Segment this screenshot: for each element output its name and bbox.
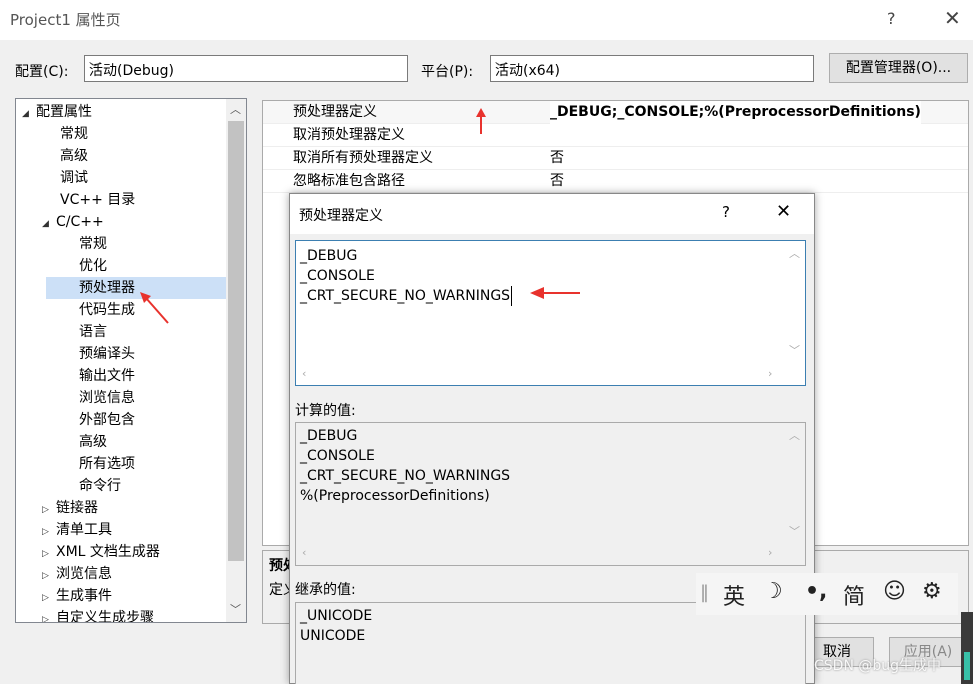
config-manager-button[interactable]: 配置管理器(O)...	[829, 53, 968, 83]
tree-item-config-properties[interactable]: ◢ 配置属性	[22, 101, 92, 123]
collapsed-icon[interactable]: ▷	[42, 565, 56, 587]
collapsed-icon[interactable]: ▷	[42, 499, 56, 521]
property-tree[interactable]: ◢ 配置属性 常规 高级 调试 VC++ 目录 ◢ C/C++ 常规 优化 预处理器…	[15, 98, 247, 623]
chevron-right-icon[interactable]: ›	[768, 367, 772, 380]
grid-row[interactable]: 预处理器定义 _DEBUG;_CONSOLE;%(PreprocessorDef…	[263, 101, 968, 124]
tree-item-xml-doc[interactable]: ▷ XML 文档生成器	[42, 541, 160, 563]
computed-values-box: _DEBUG _CONSOLE _CRT_SECURE_NO_WARNINGS …	[295, 422, 806, 566]
gear-icon[interactable]: ⚙	[922, 579, 942, 604]
ime-lang-toggle[interactable]: 英	[723, 579, 745, 611]
annotation-arrow-preprocessor	[140, 292, 169, 324]
title-bar: Project1 属性页 ? ✕	[0, 0, 973, 40]
tree-item-external-includes[interactable]: 外部包含	[79, 409, 135, 431]
config-select[interactable]: 活动(Debug) ﹀	[84, 55, 408, 82]
tree-item-precompiled-headers[interactable]: 预编译头	[79, 343, 135, 365]
tree-item-advanced[interactable]: 高级	[60, 145, 88, 167]
chevron-up-icon[interactable]: ︿	[230, 101, 241, 117]
chevron-down-icon[interactable]: ﹀	[789, 342, 800, 358]
platform-label: 平台(P):	[421, 64, 474, 80]
tree-item-code-generation[interactable]: 代码生成	[79, 299, 135, 321]
chevron-right-icon[interactable]: ›	[768, 546, 772, 559]
tree-scrollbar[interactable]: ︿ ﹀	[226, 99, 246, 622]
moon-icon[interactable]: ☽	[763, 579, 783, 604]
close-button[interactable]: ✕	[944, 6, 961, 30]
inherited-label: 继承的值:	[295, 582, 356, 598]
expand-icon[interactable]: ◢	[22, 103, 36, 125]
tree-item-manifest-tool[interactable]: ▷ 清单工具	[42, 519, 112, 541]
collapsed-icon[interactable]: ▷	[42, 587, 56, 609]
ime-simplified-toggle[interactable]: 简	[843, 579, 865, 611]
tree-item-optimization[interactable]: 优化	[79, 255, 107, 277]
window-title: Project1 属性页	[10, 11, 121, 29]
tree-item-language[interactable]: 语言	[79, 321, 107, 343]
tree-item-build-events[interactable]: ▷ 生成事件	[42, 585, 112, 607]
chevron-down-icon[interactable]: ﹀	[789, 523, 800, 539]
grid-row[interactable]: 取消预处理器定义	[263, 124, 968, 147]
help-button[interactable]: ?	[887, 9, 896, 28]
tree-item-general[interactable]: 常规	[60, 123, 88, 145]
ime-toolbar: ‖ 英 ☽ •, 简 ☺ ⚙	[696, 573, 958, 615]
annotation-arrow-up	[476, 108, 486, 134]
annotation-arrow-define	[530, 287, 580, 299]
chevron-down-icon[interactable]: ﹀	[230, 601, 241, 617]
tree-item-cpp-advanced[interactable]: 高级	[79, 431, 107, 453]
definitions-edit-box[interactable]: _DEBUG _CONSOLE _CRT_SECURE_NO_WARNINGS …	[295, 240, 806, 386]
tree-item-command-line[interactable]: 命令行	[79, 475, 121, 497]
dialog-title-bar: 预处理器定义 ? ✕	[290, 194, 814, 234]
dialog-title: 预处理器定义	[299, 208, 383, 224]
tree-item-cpp-general[interactable]: 常规	[79, 233, 107, 255]
chevron-down-icon: ﹀	[495, 61, 508, 75]
chevron-down-icon: ﹀	[89, 61, 102, 75]
punctuation-icon[interactable]: •,	[805, 579, 827, 604]
level-fill	[964, 652, 970, 680]
platform-select[interactable]: 活动(x64) ﹀	[490, 55, 814, 82]
config-label: 配置(C):	[15, 64, 69, 80]
chevron-up-icon[interactable]: ︿	[789, 427, 800, 443]
tree-item-output-files[interactable]: 输出文件	[79, 365, 135, 387]
tree-item-linker[interactable]: ▷ 链接器	[42, 497, 98, 519]
level-meter	[961, 612, 973, 684]
grid-row[interactable]: 取消所有预处理器定义 否	[263, 147, 968, 170]
dialog-help-button[interactable]: ?	[722, 203, 730, 221]
dialog-close-button[interactable]: ✕	[776, 201, 791, 222]
tree-item-all-options[interactable]: 所有选项	[79, 453, 135, 475]
chevron-left-icon[interactable]: ‹	[302, 367, 306, 380]
chevron-left-icon[interactable]: ‹	[302, 546, 306, 559]
scroll-thumb[interactable]	[228, 121, 244, 561]
computed-label: 计算的值:	[295, 403, 356, 419]
tree-item-custom-build[interactable]: ▷ 自定义生成步骤	[42, 607, 154, 622]
chevron-up-icon[interactable]: ︿	[789, 245, 800, 261]
expand-icon[interactable]: ◢	[42, 213, 56, 235]
tree-item-vc-directories[interactable]: VC++ 目录	[60, 189, 135, 211]
tree-item-browse-info-2[interactable]: ▷ 浏览信息	[42, 563, 112, 585]
tree-item-preprocessor[interactable]: 预处理器	[46, 277, 226, 299]
collapsed-icon[interactable]: ▷	[42, 543, 56, 565]
tree-item-c-cpp[interactable]: ◢ C/C++	[42, 211, 104, 233]
collapsed-icon[interactable]: ▷	[42, 609, 56, 622]
grid-row[interactable]: 忽略标准包含路径 否	[263, 170, 968, 193]
watermark: CSDN @bug生成中	[814, 658, 942, 674]
drag-handle-icon[interactable]: ‖	[700, 582, 709, 603]
tree-item-debugging[interactable]: 调试	[60, 167, 88, 189]
smile-icon[interactable]: ☺	[883, 579, 906, 604]
tree-item-browse-info[interactable]: 浏览信息	[79, 387, 135, 409]
collapsed-icon[interactable]: ▷	[42, 521, 56, 543]
